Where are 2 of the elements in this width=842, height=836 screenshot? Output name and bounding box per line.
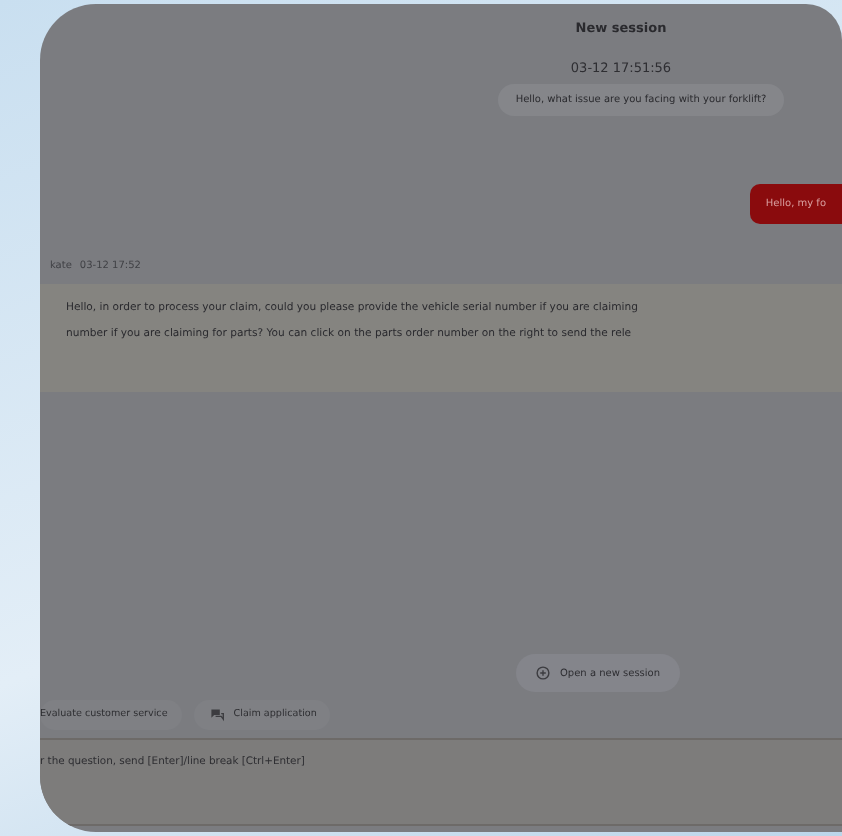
plus-circle-icon [536,666,550,680]
chat-icon [209,708,224,722]
